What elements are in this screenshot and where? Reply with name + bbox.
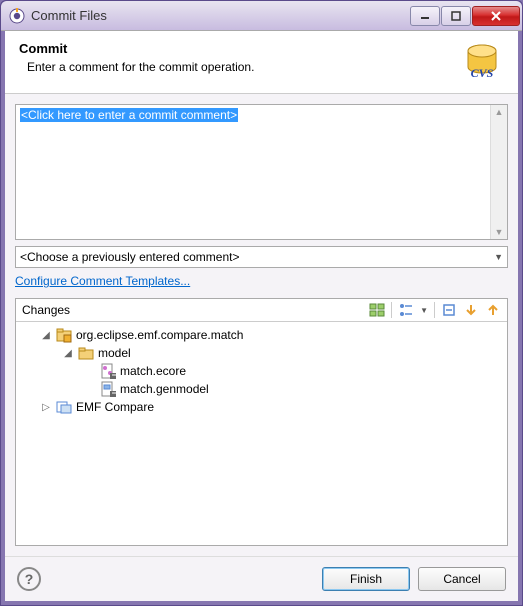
titlebar[interactable]: Commit Files [1, 1, 522, 31]
node-label: EMF Compare [76, 400, 154, 414]
node-label: match.genmodel [120, 382, 209, 396]
commit-comment-field[interactable]: <Click here to enter a commit comment> ▲… [15, 104, 508, 240]
node-label: model [98, 346, 131, 360]
close-button[interactable] [472, 6, 520, 26]
scroll-up-icon[interactable]: ▲ [495, 107, 504, 117]
dialog-header: Commit Enter a comment for the commit op… [5, 31, 518, 94]
arrow-down-icon[interactable] [463, 302, 479, 318]
window-title: Commit Files [31, 8, 410, 23]
expand-icon[interactable]: ◢ [62, 348, 74, 359]
maximize-button[interactable] [441, 6, 471, 26]
folder-icon [78, 345, 94, 361]
finish-button[interactable]: Finish [322, 567, 410, 591]
minimize-button[interactable] [410, 6, 440, 26]
arrow-up-icon[interactable] [485, 302, 501, 318]
cvs-icon: CVS [456, 41, 504, 83]
dialog-window: Commit Files Commit Enter a comment for … [0, 0, 523, 606]
workingset-icon [56, 399, 72, 415]
scroll-down-icon[interactable]: ▼ [495, 227, 504, 237]
node-label: org.eclipse.emf.compare.match [76, 328, 243, 342]
comment-placeholder: <Click here to enter a commit comment> [20, 108, 238, 122]
tree-node-project[interactable]: ◢ org.eclipse.emf.compare.match [18, 326, 505, 344]
menu-arrow-icon[interactable]: ▼ [420, 306, 428, 315]
genmodel-file-icon [100, 381, 116, 397]
tree-node-folder[interactable]: ◢ model [18, 344, 505, 362]
toolbar-separator [434, 302, 435, 318]
cancel-button[interactable]: Cancel [418, 567, 506, 591]
previous-comment-dropdown[interactable]: <Choose a previously entered comment> ▼ [15, 246, 508, 268]
help-button[interactable]: ? [17, 567, 41, 591]
collapse-all-icon[interactable] [441, 302, 457, 318]
scrollbar[interactable]: ▲ ▼ [490, 105, 507, 239]
dialog-footer: ? Finish Cancel [5, 556, 518, 601]
tree-node-file[interactable]: match.ecore [18, 362, 505, 380]
toolbar-separator [391, 302, 392, 318]
dropdown-selected: <Choose a previously entered comment> [20, 250, 239, 264]
project-icon [56, 327, 72, 343]
expand-icon[interactable]: ◢ [40, 330, 52, 341]
configure-templates-link[interactable]: Configure Comment Templates... [15, 274, 190, 288]
collapse-icon[interactable]: ▷ [40, 402, 52, 413]
chevron-down-icon: ▼ [494, 252, 503, 262]
changes-header: Changes ▼ [16, 299, 507, 322]
changes-title: Changes [22, 303, 363, 317]
changes-tree[interactable]: ◢ org.eclipse.emf.compare.match ◢ model [16, 322, 507, 545]
tree-node-file[interactable]: match.genmodel [18, 380, 505, 398]
content-area: <Click here to enter a commit comment> ▲… [5, 94, 518, 556]
node-label: match.ecore [120, 364, 186, 378]
changes-panel: Changes ▼ [15, 298, 508, 546]
cvs-badge-text: CVS [471, 66, 494, 80]
dialog-title: Commit [19, 41, 456, 56]
tree-layout-icon[interactable] [398, 302, 414, 318]
tree-node-workingset[interactable]: ▷ EMF Compare [18, 398, 505, 416]
ecore-file-icon [100, 363, 116, 379]
app-icon [9, 8, 25, 24]
dialog-subtitle: Enter a comment for the commit operation… [19, 60, 456, 74]
flat-layout-icon[interactable] [369, 302, 385, 318]
